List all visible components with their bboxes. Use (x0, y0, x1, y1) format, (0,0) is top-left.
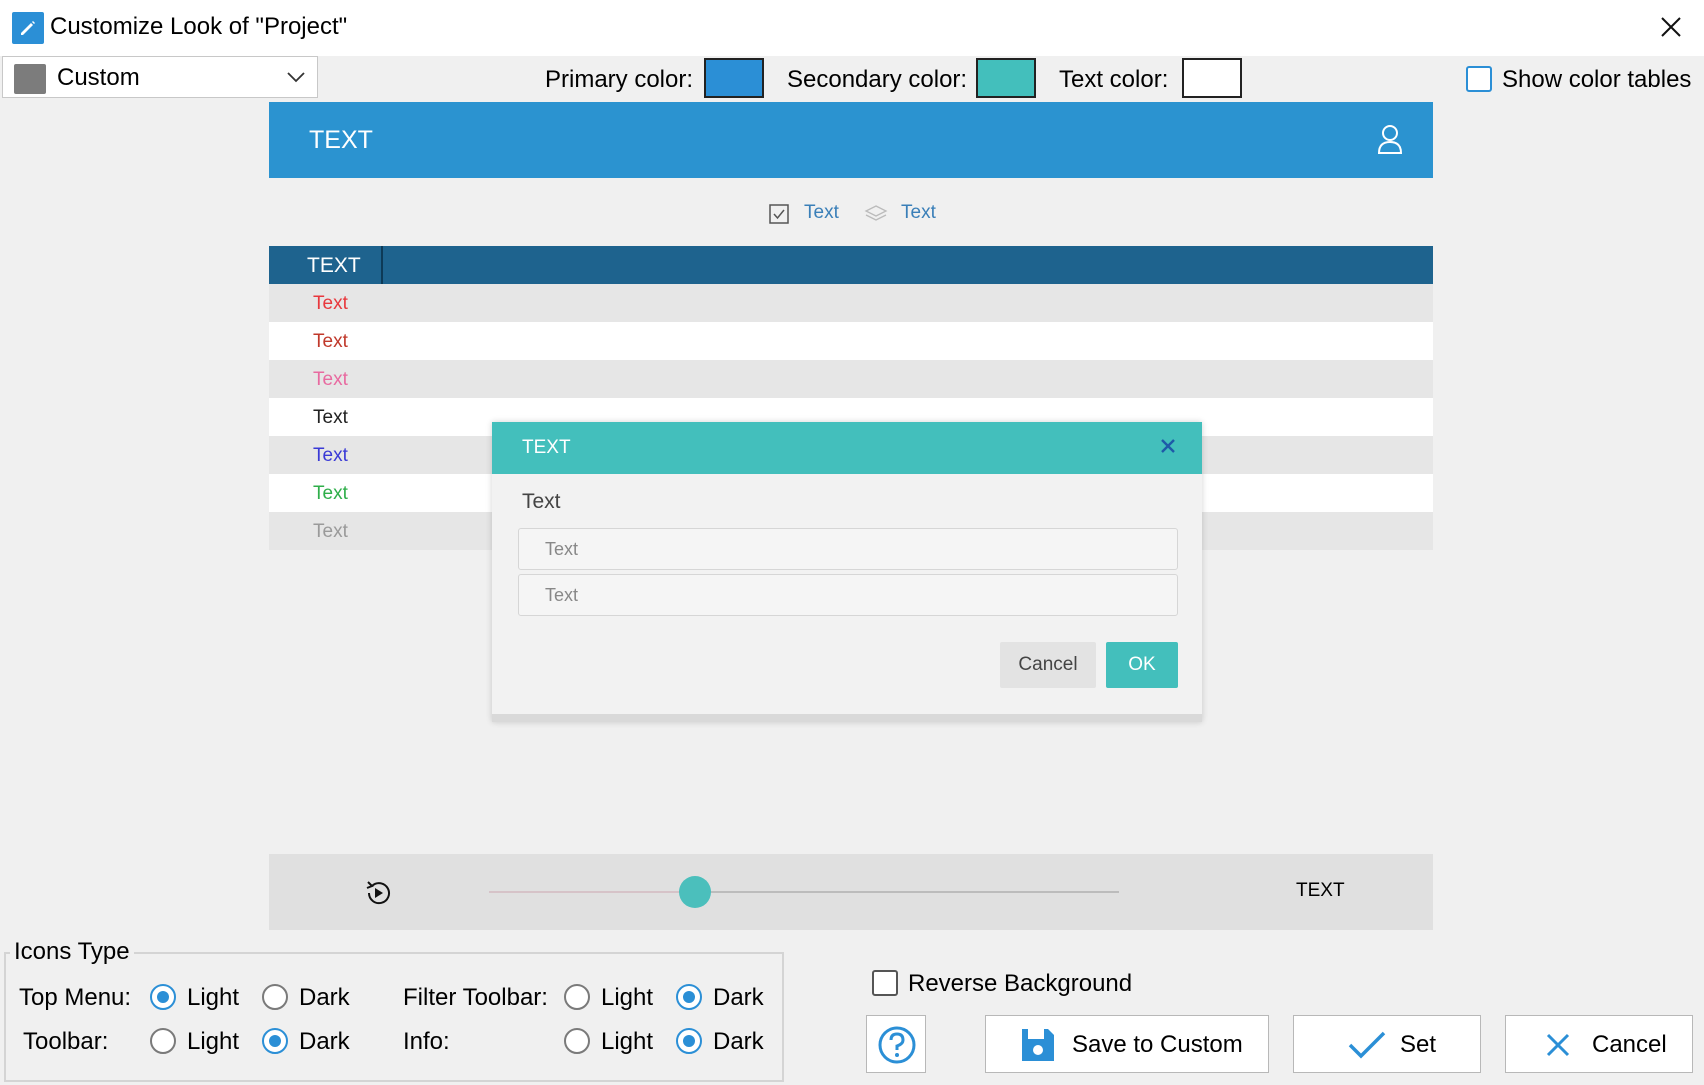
info-dark-label: Dark (713, 1028, 764, 1055)
close-icon (1661, 17, 1681, 37)
dialog-input-1-placeholder: Text (545, 539, 579, 559)
preview-header: TEXT (269, 102, 1433, 178)
table-row-text: Text (313, 331, 348, 352)
layers-icon (864, 205, 888, 221)
filter-toolbar-light-radio[interactable] (564, 984, 590, 1010)
top-menu-label: Top Menu: (19, 984, 132, 1011)
info-light-label: Light (601, 1028, 654, 1055)
edit-pencil-icon (12, 12, 44, 44)
dialog-ok-button[interactable]: OK (1106, 642, 1178, 688)
toolbar-light-label: Light (187, 1028, 240, 1055)
replay-icon[interactable] (363, 878, 393, 908)
chevron-down-icon (287, 72, 305, 83)
reverse-background-label: Reverse Background (908, 970, 1133, 997)
show-color-tables-checkbox[interactable] (1466, 66, 1492, 92)
slider-thumb[interactable] (679, 876, 711, 908)
help-button[interactable] (866, 1015, 926, 1073)
close-icon (1546, 1033, 1570, 1057)
dialog-cancel-button[interactable]: Cancel (1000, 642, 1096, 688)
save-to-custom-button[interactable]: Save to Custom (985, 1015, 1269, 1073)
checkmark-icon (1348, 1031, 1386, 1059)
user-icon (1377, 125, 1403, 154)
player-bar: TEXT (269, 854, 1433, 930)
icons-type-title: Icons Type (10, 938, 134, 966)
icons-type-group (4, 952, 784, 1082)
reverse-background-checkbox[interactable] (872, 970, 898, 996)
cancel-label: Cancel (1592, 1031, 1667, 1058)
dialog-input-2-placeholder: Text (545, 585, 579, 605)
dialog-input-1[interactable]: Text (518, 528, 1178, 570)
preview-header-text: TEXT (309, 126, 373, 154)
info-label: Info: (403, 1028, 450, 1055)
close-icon[interactable] (1160, 438, 1176, 454)
save-icon (1022, 1029, 1054, 1061)
window-title: Customize Look of "Project" (50, 13, 348, 40)
table-row[interactable]: Text (269, 284, 1433, 322)
preview-dialog: TEXT Text Text Text Cancel OK (492, 422, 1202, 722)
preset-dropdown[interactable]: Custom (2, 56, 318, 98)
dialog-header: TEXT (492, 422, 1202, 474)
slider-track[interactable] (685, 891, 1119, 893)
checkbox-icon (769, 204, 789, 224)
secondary-color-label: Secondary color: (787, 66, 968, 93)
title-bar: Customize Look of "Project" (0, 0, 1704, 56)
secondary-color-swatch[interactable] (976, 58, 1036, 98)
top-menu-light-label: Light (187, 984, 240, 1011)
dialog-label: Text (522, 490, 561, 513)
help-icon (878, 1026, 916, 1064)
set-button[interactable]: Set (1293, 1015, 1481, 1073)
toolbar-light-radio[interactable] (150, 1028, 176, 1054)
table-row-text: Text (313, 407, 348, 428)
table-row-text: Text (313, 369, 348, 390)
primary-color-swatch[interactable] (704, 58, 764, 98)
save-to-custom-label: Save to Custom (1072, 1031, 1243, 1058)
top-menu-light-radio[interactable] (150, 984, 176, 1010)
table-row[interactable]: Text (269, 322, 1433, 360)
info-dark-radio[interactable] (676, 1028, 702, 1054)
filter-toolbar-dark-radio[interactable] (676, 984, 702, 1010)
table-row-text: Text (313, 445, 348, 466)
table-row[interactable]: Text (269, 360, 1433, 398)
filter-toolbar-light-label: Light (601, 984, 654, 1011)
toolbar-item-2[interactable]: Text (901, 202, 936, 224)
text-color-label: Text color: (1059, 66, 1169, 93)
slider-track-played (489, 891, 685, 893)
table-header-text: TEXT (307, 254, 361, 277)
toolbar-dark-label: Dark (299, 1028, 350, 1055)
info-light-radio[interactable] (564, 1028, 590, 1054)
table-row-text: Text (313, 483, 348, 504)
preset-swatch (14, 64, 46, 94)
primary-color-label: Primary color: (545, 66, 694, 93)
top-menu-dark-label: Dark (299, 984, 350, 1011)
table-row-text: Text (313, 521, 348, 542)
dialog-footer-bar (492, 714, 1202, 722)
top-menu-dark-radio[interactable] (262, 984, 288, 1010)
preset-selected-label: Custom (57, 64, 140, 91)
toolbar-dark-radio[interactable] (262, 1028, 288, 1054)
table-header: TEXT (269, 246, 1433, 284)
show-color-tables-label: Show color tables (1502, 66, 1692, 93)
dialog-input-2[interactable]: Text (518, 574, 1178, 616)
dialog-title: TEXT (522, 437, 571, 458)
close-window-button[interactable] (1640, 0, 1704, 56)
cancel-button[interactable]: Cancel (1505, 1015, 1693, 1073)
player-text: TEXT (1296, 880, 1345, 901)
filter-toolbar-label: Filter Toolbar: (403, 984, 548, 1011)
column-separator (381, 246, 383, 284)
toolbar-item-1[interactable]: Text (804, 202, 839, 224)
text-color-swatch[interactable] (1182, 58, 1242, 98)
filter-toolbar-dark-label: Dark (713, 984, 764, 1011)
toolbar-label: Toolbar: (23, 1028, 109, 1055)
table-row-text: Text (313, 293, 348, 314)
set-label: Set (1400, 1031, 1437, 1058)
